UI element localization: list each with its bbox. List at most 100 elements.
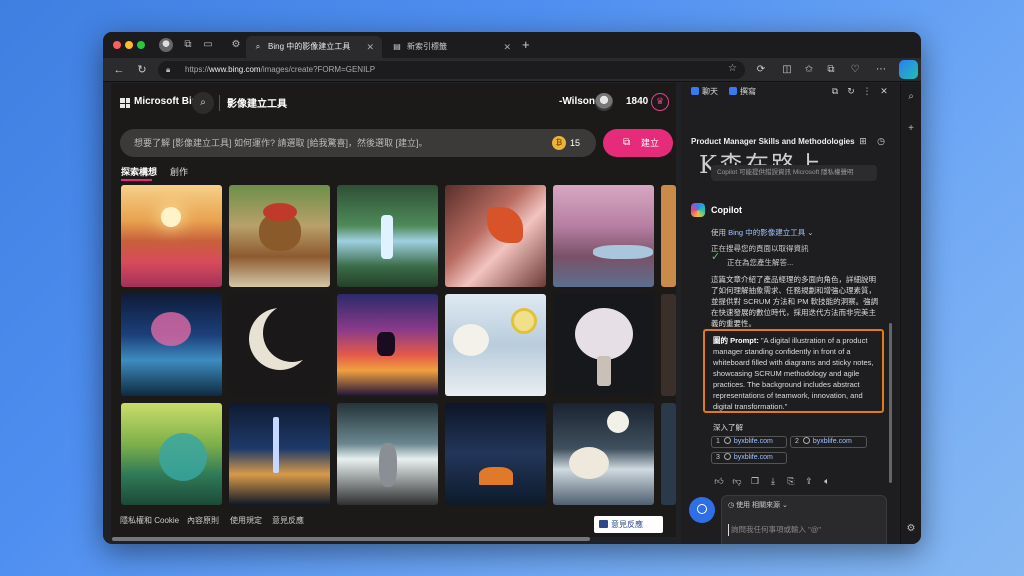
download-icon[interactable]: ⤓	[767, 475, 779, 487]
close-icon[interactable]: ✕	[366, 36, 374, 58]
feedback-button[interactable]: 意見反應	[594, 516, 663, 533]
favorite-star-icon[interactable]: ☆	[728, 63, 737, 74]
heart-icon[interactable]: ♡	[847, 62, 863, 78]
copy-icon[interactable]: ❐	[749, 475, 761, 487]
extensions-icon[interactable]: ⟳	[753, 62, 769, 78]
reference-link[interactable]: 2 byxblife.com	[790, 436, 867, 448]
split-screen-icon[interactable]: ◫	[779, 62, 795, 78]
tool-usage-line[interactable]: 使用 Bing 中的影像建立工具 ⌄	[711, 227, 814, 238]
collections-icon[interactable]: ⧉	[823, 62, 839, 78]
tool-link: Bing 中的影像建立工具	[728, 228, 806, 237]
image-tile[interactable]	[337, 403, 438, 505]
image-tile[interactable]	[553, 294, 654, 396]
image-tile[interactable]	[661, 403, 676, 505]
tab-bing-image-creator[interactable]: ⌕ Bing 中的影像建立工具 ✕	[246, 36, 382, 58]
username[interactable]: -Wilson-	[559, 96, 598, 107]
more-options-icon[interactable]: ⋮	[861, 85, 873, 97]
chevron-down-icon: ⌄	[807, 228, 814, 237]
image-tile[interactable]	[445, 294, 546, 396]
settings-icon[interactable]: ⚙	[229, 38, 243, 52]
footer-link-terms[interactable]: 使用規定	[230, 515, 262, 526]
export-icon[interactable]: ⎘	[785, 475, 797, 487]
copilot-sidebar-button[interactable]	[899, 60, 918, 79]
image-tile[interactable]	[337, 185, 438, 287]
refresh-button[interactable]: ↻	[134, 62, 150, 78]
history-icon[interactable]: ◷	[875, 135, 887, 147]
new-tab-button[interactable]: +	[522, 37, 530, 52]
image-tile[interactable]	[553, 403, 654, 505]
footer-link-privacy[interactable]: 隱私權和 Cookie	[120, 515, 179, 526]
tab-explore-ideas[interactable]: 探索構想	[121, 165, 157, 178]
image-tile[interactable]	[553, 185, 654, 287]
create-button[interactable]: ⧉ 建立	[603, 129, 673, 157]
image-tile[interactable]	[445, 403, 546, 505]
rewards-points[interactable]: 1840	[626, 96, 648, 107]
new-chat-icon[interactable]: ⊞	[857, 135, 869, 147]
globe-icon	[723, 437, 731, 444]
image-tile[interactable]	[661, 185, 676, 287]
microsoft-logo-icon[interactable]	[120, 98, 130, 108]
page-title[interactable]: 影像建立工具	[227, 95, 287, 110]
tab-new-tab[interactable]: ▤ 新索引標籤 ✕	[385, 36, 519, 58]
workspaces-icon[interactable]: ⧉	[181, 38, 195, 52]
thumbs-up-icon[interactable]: 👍︎	[713, 475, 725, 487]
image-tile[interactable]	[337, 294, 438, 396]
thumbs-down-icon[interactable]: 👎︎	[731, 475, 743, 487]
close-icon[interactable]: ✕	[503, 36, 511, 58]
trophy-icon[interactable]: ♛	[651, 93, 669, 111]
search-icon[interactable]: ⌕	[905, 91, 917, 103]
open-in-new-icon[interactable]: ⧉	[829, 85, 841, 97]
user-avatar[interactable]	[595, 93, 613, 111]
tab-creations[interactable]: 創作	[170, 165, 188, 178]
copilot-logo-icon	[691, 203, 705, 217]
tab-label: 撰寫	[740, 87, 756, 96]
prompt-label: 圖的 Prompt:	[713, 336, 759, 345]
prompt-placeholder: 想要了解 [影像建立工具] 如何運作? 請選取 [給我驚喜]，然後選取 [建立]…	[134, 138, 428, 148]
add-icon[interactable]: +	[905, 123, 917, 135]
address-bar[interactable]: 🔒︎ https://www.bing.com/images/create?FO…	[158, 61, 745, 79]
share-icon[interactable]: ⇪	[803, 475, 815, 487]
image-tile[interactable]	[229, 403, 330, 505]
close-window-button[interactable]	[113, 41, 121, 49]
answer-summary: 這篇文章介紹了產品經理的多面向角色，詳細說明了如何理解抽象需求、任務規劃和增強心…	[711, 275, 879, 328]
generating-status: 正在為您產生解答...	[727, 258, 794, 267]
reference-link[interactable]: 3 byxblife.com	[711, 452, 787, 464]
close-icon[interactable]: ✕	[878, 85, 890, 97]
sidebar-scrollbar[interactable]	[889, 323, 892, 483]
prompt-highlight-box: 圖的 Prompt: "A digital illustration of a …	[703, 329, 884, 413]
footer-link-content-policy[interactable]: 內容原則	[187, 515, 219, 526]
chat-compose-box[interactable]: ◷ 使用 相關來源 ⌄ 詢問我任何事項或輸入 "@" ⊡ ▣ 🎙︎ ➤	[721, 495, 887, 544]
image-tile[interactable]	[229, 294, 330, 396]
tab-actions-icon[interactable]: ▭	[201, 38, 215, 52]
speaker-icon[interactable]: 🔈︎	[821, 475, 833, 487]
search-icon[interactable]: ⌕	[192, 92, 214, 114]
refresh-icon[interactable]: ↻	[845, 85, 857, 97]
chat-input[interactable]: 詢問我任何事項或輸入 "@"	[728, 524, 878, 536]
reference-link[interactable]: 1 byxblife.com	[711, 436, 787, 448]
image-tile[interactable]	[229, 185, 330, 287]
prompt-input[interactable]: 想要了解 [影像建立工具] 如何運作? 請選取 [給我驚喜]，然後選取 [建立]…	[120, 129, 596, 157]
check-icon: ✓	[711, 251, 721, 263]
image-tile[interactable]	[445, 185, 546, 287]
new-topic-button[interactable]	[689, 497, 715, 523]
source-selector[interactable]: ◷ 使用 相關來源 ⌄	[728, 500, 788, 510]
horizontal-scrollbar[interactable]	[112, 537, 590, 541]
image-tile[interactable]	[121, 185, 222, 287]
footer-link-feedback[interactable]: 意見反應	[272, 515, 304, 526]
tab-compose[interactable]: 撰寫	[729, 86, 756, 97]
tab-chat[interactable]: 聊天	[691, 86, 718, 97]
favorites-icon[interactable]: ✩	[801, 62, 817, 78]
navigation-bar: ← ↻ 🔒︎ https://www.bing.com/images/creat…	[103, 58, 921, 82]
profile-avatar[interactable]	[159, 38, 173, 52]
back-button[interactable]: ←	[111, 62, 127, 78]
maximize-window-button[interactable]	[137, 41, 145, 49]
gear-icon[interactable]: ⚙	[905, 523, 917, 535]
lock-icon[interactable]: 🔒︎	[166, 64, 178, 76]
image-tile[interactable]	[661, 294, 676, 396]
image-tile[interactable]	[121, 403, 222, 505]
broom-icon	[697, 504, 707, 514]
more-options-icon[interactable]: ⋯	[873, 62, 889, 78]
chevron-down-icon: ⌄	[781, 502, 788, 509]
minimize-window-button[interactable]	[125, 41, 133, 49]
image-tile[interactable]	[121, 294, 222, 396]
